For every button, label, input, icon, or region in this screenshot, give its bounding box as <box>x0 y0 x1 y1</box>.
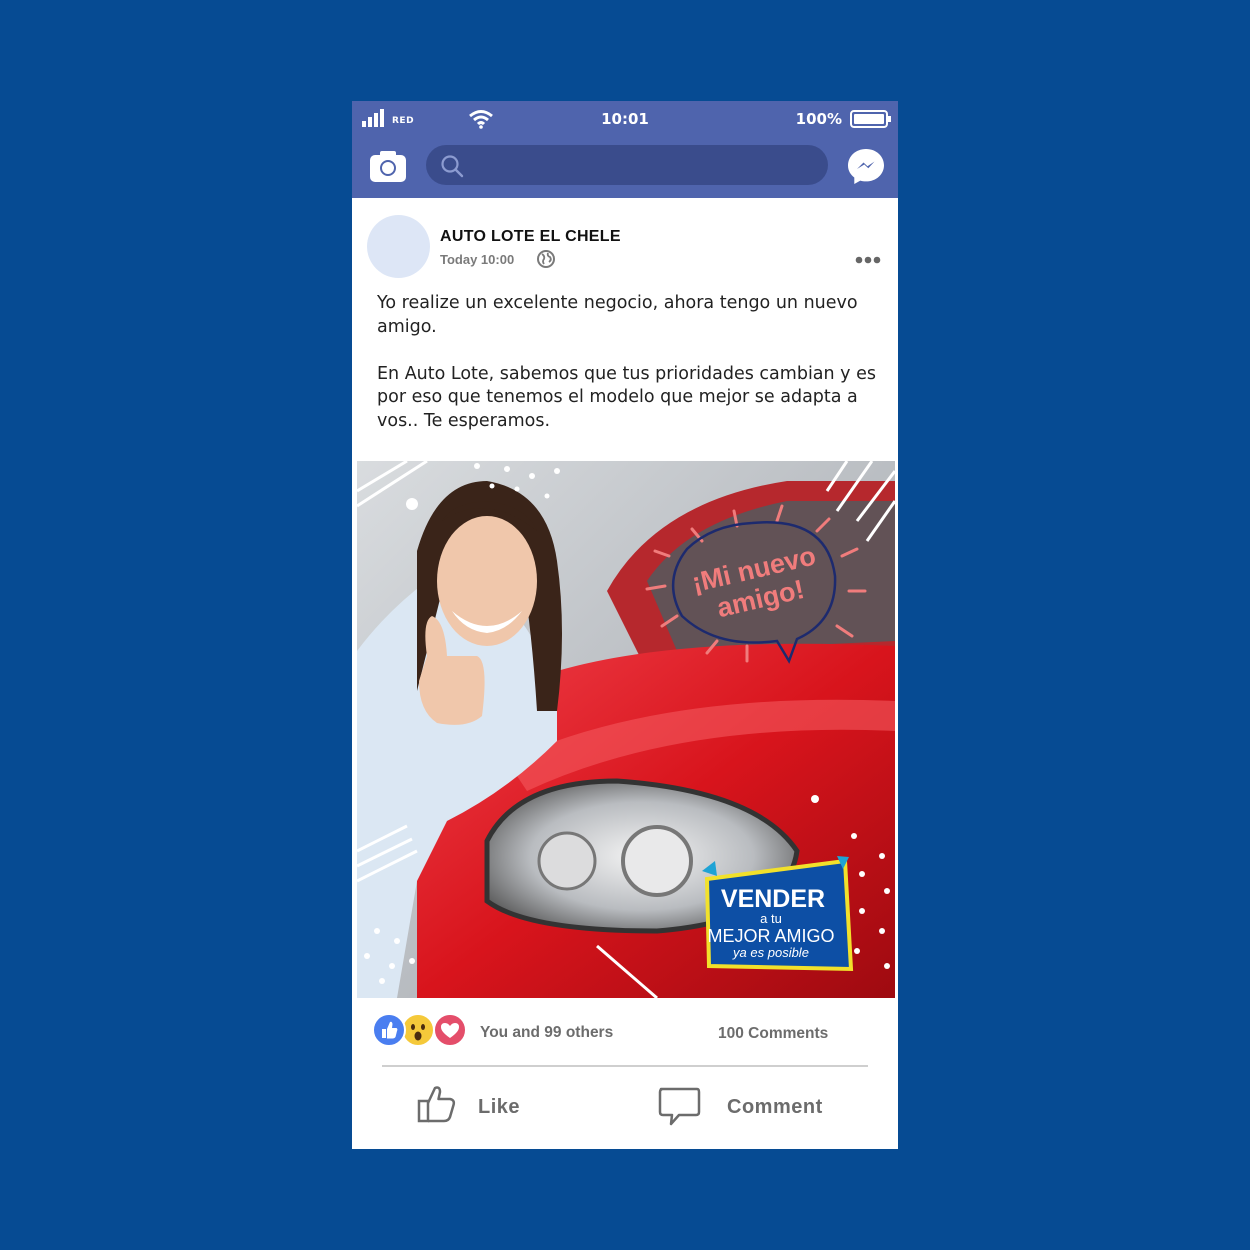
love-icon <box>433 1013 467 1047</box>
wow-icon <box>401 1013 435 1047</box>
badge-posible: ya es posible <box>732 945 809 960</box>
avatar[interactable] <box>367 215 430 278</box>
ad-illustration: ¡Mi nuevo amigo! VENDER a tu MEJOR AMIGO… <box>357 461 895 998</box>
badge-mejor: MEJOR AMIGO <box>707 926 834 946</box>
post-text: Yo realize un excelente negocio, ahora t… <box>377 292 877 457</box>
post-image[interactable]: ¡Mi nuevo amigo! VENDER a tu MEJOR AMIGO… <box>357 461 895 998</box>
battery-percent: 100% <box>795 110 842 128</box>
badge-atu: a tu <box>760 911 782 926</box>
post-paragraph: En Auto Lote, sabemos que tus prioridade… <box>377 363 876 431</box>
thumbs-up-icon <box>417 1086 456 1123</box>
comment-button[interactable]: Comment <box>657 1084 847 1130</box>
reaction-summary[interactable]: You and 99 others <box>480 1024 613 1042</box>
reaction-icons[interactable] <box>372 1013 472 1047</box>
like-icon <box>372 1013 406 1047</box>
divider <box>382 1065 868 1067</box>
comments-count[interactable]: 100 Comments <box>718 1025 828 1043</box>
battery-icon <box>850 110 891 128</box>
comment-icon <box>658 1087 701 1126</box>
phone-screen: RED 10:01 100% AUTO LOTE EL CHELE Today … <box>352 101 898 1149</box>
messenger-icon[interactable] <box>846 146 886 186</box>
post-paragraph: Yo realize un excelente negocio, ahora t… <box>377 293 858 337</box>
status-bar: RED 10:01 100% <box>352 101 898 138</box>
post-timestamp: Today 10:00 <box>440 252 515 267</box>
top-nav <box>352 138 898 198</box>
page-name[interactable]: AUTO LOTE EL CHELE <box>440 228 621 246</box>
globe-icon <box>537 250 555 268</box>
badge-vender: VENDER <box>721 885 825 913</box>
like-label: Like <box>478 1096 521 1118</box>
comment-label: Comment <box>727 1096 823 1118</box>
search-bar[interactable] <box>426 145 828 185</box>
search-icon <box>441 155 464 178</box>
camera-icon[interactable] <box>368 148 408 184</box>
like-button[interactable]: Like <box>416 1084 586 1128</box>
more-options-icon[interactable] <box>854 255 882 265</box>
